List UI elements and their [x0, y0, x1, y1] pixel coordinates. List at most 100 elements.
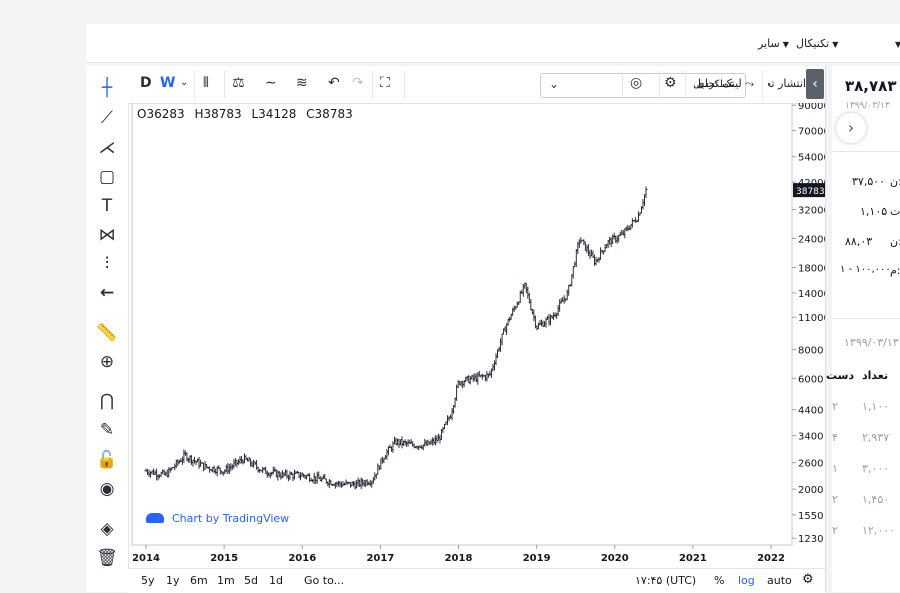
- chevron-right-icon[interactable]: ›: [836, 113, 866, 143]
- last-price-label: 38783: [796, 187, 825, 197]
- trade-hand: ۲: [832, 524, 838, 537]
- info-label-2: ت:: [890, 205, 900, 218]
- chevron-down-icon: ⌄: [549, 77, 560, 91]
- templates-icon[interactable]: ≋: [296, 75, 308, 91]
- trades-date: ۱۳۹۹/۰۳/۱۳: [844, 336, 899, 349]
- range-1m[interactable]: 1m: [217, 574, 235, 587]
- x-tick-label: 2018: [445, 553, 473, 564]
- info-value-3: ۸۸,۰۳: [845, 235, 873, 248]
- fib-tool-icon[interactable]: ⋌: [94, 136, 120, 160]
- top-strip: [0, 0, 900, 20]
- y-tick-label: 70000: [798, 127, 825, 138]
- pattern-icon[interactable]: ⋈: [94, 223, 120, 247]
- x-tick-label: 2022: [757, 553, 785, 564]
- plot-area: [131, 103, 793, 546]
- compare-icon[interactable]: ∼: [265, 75, 277, 91]
- price-date: ۱۳۹۹/۰۳/۱۳: [845, 101, 890, 111]
- x-tick-label: 2017: [366, 553, 394, 564]
- ruler-icon[interactable]: 📏: [94, 321, 120, 345]
- y-tick-label: 4400: [798, 406, 823, 417]
- info-value-4: ۱ - ۱۰۰,۰۰۰: [840, 264, 891, 275]
- prediction-icon[interactable]: ⫶: [94, 252, 120, 276]
- analysis-link-button[interactable]: لینک تحلیل ⤳: [693, 77, 754, 91]
- trash-icon[interactable]: 🗑: [94, 546, 120, 570]
- trade-hand: ۴: [832, 431, 838, 444]
- price-chart[interactable]: 1230 1550 2000 2600 3400 4400 6000 8000 11000 140…: [128, 103, 825, 568]
- zoom-in-icon[interactable]: ⊕: [94, 350, 120, 374]
- chevron-down-icon: ▼: [895, 40, 900, 49]
- unlock-icon[interactable]: 🔓: [94, 448, 120, 472]
- y-tick-label: 8000: [798, 345, 823, 356]
- interval-d-button[interactable]: D: [140, 75, 152, 91]
- hide-eye-icon[interactable]: ◎: [630, 75, 642, 91]
- col-count-header: تعداد: [862, 369, 889, 382]
- y-tick-label: 24000: [798, 235, 825, 246]
- y-tick-label: 6000: [798, 374, 823, 385]
- current-price: ۳۸,۷۸۳: [845, 77, 897, 95]
- trade-count: ۱,۱۰۰: [862, 400, 890, 413]
- y-tick-label: 18000: [798, 264, 825, 275]
- settings-gear-icon[interactable]: ⚙: [664, 75, 677, 91]
- watermark-label: Chart by TradingView: [172, 512, 290, 525]
- x-tick-label: 2021: [679, 553, 707, 564]
- range-1d[interactable]: 1d: [269, 574, 283, 587]
- indicators-icon[interactable]: ⚖: [232, 75, 245, 91]
- interval-w-button[interactable]: W: [160, 75, 175, 91]
- y-tick-label: 1550: [798, 511, 823, 522]
- trade-hand: ۲: [832, 400, 838, 413]
- crosshair-icon[interactable]: ┼: [94, 76, 120, 100]
- nav-item-other[interactable]: سایر ▼: [758, 37, 789, 50]
- y-tick-label: 2600: [798, 459, 823, 470]
- col-hand-header: دست: [826, 369, 855, 382]
- range-1y[interactable]: 1y: [166, 574, 180, 587]
- magnet-icon[interactable]: ⋂: [94, 389, 120, 413]
- info-value-2: ۱,۱۰۵: [860, 205, 888, 218]
- eye-icon[interactable]: ◉: [94, 477, 120, 501]
- trade-count: ۲,۹۳۷: [862, 431, 890, 444]
- layers-icon[interactable]: ◈: [94, 517, 120, 541]
- x-tick-label: 2019: [523, 553, 551, 564]
- back-arrow-icon[interactable]: ←: [94, 281, 120, 305]
- rectangle-icon[interactable]: ▢: [94, 165, 120, 189]
- fullscreen-icon[interactable]: ⛶: [380, 75, 390, 91]
- right-info-panel: [832, 66, 900, 592]
- percent-toggle[interactable]: %: [714, 574, 724, 587]
- share-icon: ⤳: [745, 77, 755, 90]
- chart-toolbar: D W ⌄ ⫴ ⚖ ∼ ≋ ↶ ↷ ⛶ ⌄ عملکردی ◎ ⚙ لینک ت…: [128, 66, 825, 104]
- range-5y[interactable]: 5y: [141, 574, 155, 587]
- trade-hand: ۱: [832, 462, 838, 475]
- trade-hand: ۲: [832, 493, 838, 506]
- drawing-toolbar: ┼ ⟋ ⋌ ▢ T ⋈ ⫶ ← 📏 ⊕ ⋂ ✎ 🔓 ◉ ◈ 🗑: [86, 66, 129, 592]
- bar-style-icon[interactable]: ⫴: [203, 75, 209, 91]
- y-tick-label: 14000: [798, 289, 825, 300]
- range-6m[interactable]: 6m: [190, 574, 208, 587]
- goto-button[interactable]: Go to...: [304, 574, 344, 587]
- range-5d[interactable]: 5d: [244, 574, 258, 587]
- nav-other-label: سایر: [758, 37, 780, 50]
- text-tool-icon[interactable]: T: [94, 194, 120, 218]
- y-tick-label: 11000: [798, 313, 825, 324]
- nav-technical-label: تکنیکال: [796, 37, 830, 50]
- ohlc-open: O36283: [137, 107, 185, 121]
- y-tick-label: 54000: [798, 153, 825, 164]
- trade-count: ۳,۰۰۰: [862, 462, 890, 475]
- lock-pencil-icon[interactable]: ✎: [94, 418, 120, 442]
- collapse-panel-chevron-icon[interactable]: ‹: [806, 69, 824, 99]
- y-tick-label: 90000: [798, 103, 825, 112]
- trend-line-icon[interactable]: ⟋: [94, 106, 120, 130]
- tradingview-watermark[interactable]: Chart by TradingView: [146, 512, 289, 525]
- publish-analysis-button[interactable]: انتشار تحلیل: [768, 77, 806, 90]
- settings-gear-icon[interactable]: ⚙: [802, 572, 814, 587]
- tradingview-logo-icon: [146, 513, 164, 523]
- log-toggle[interactable]: log: [738, 574, 755, 587]
- info-label-1: ن:: [890, 175, 900, 188]
- auto-toggle[interactable]: auto: [767, 574, 792, 587]
- nav-item-truncated[interactable]: ▼: [892, 37, 900, 50]
- redo-icon[interactable]: ↷: [352, 75, 364, 91]
- time-zone-display[interactable]: ۱۷:۴۵ (UTC): [635, 574, 696, 587]
- undo-icon[interactable]: ↶: [328, 75, 340, 91]
- bottom-bar: 5y 1y 6m 1m 5d 1d Go to... ۱۷:۴۵ (UTC) %…: [128, 568, 825, 593]
- analysis-link-label: لینک تحلیل: [693, 77, 742, 90]
- nav-item-technical[interactable]: تکنیکال ▼: [796, 37, 838, 50]
- interval-chevron-down-icon[interactable]: ⌄: [180, 77, 188, 88]
